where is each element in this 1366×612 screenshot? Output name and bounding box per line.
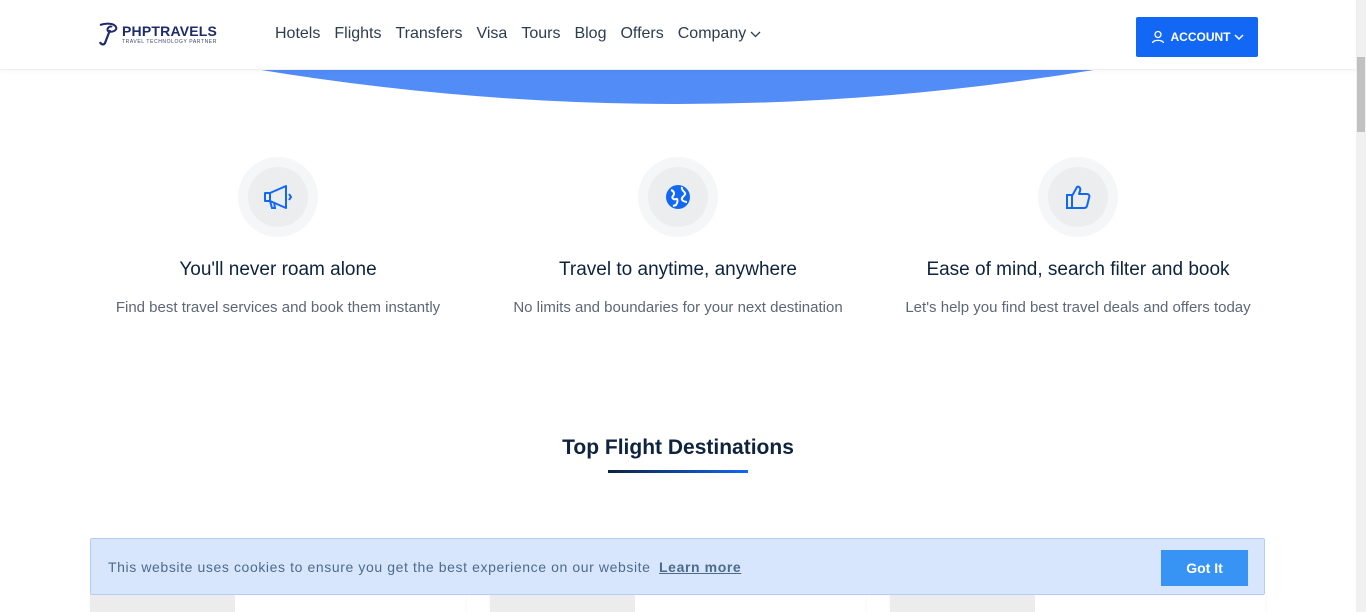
nav-offers-label: Offers <box>620 25 664 42</box>
got-it-button[interactable]: Got It <box>1161 550 1248 586</box>
page-scrollbar[interactable] <box>1356 0 1366 612</box>
destination-card[interactable] <box>90 594 465 612</box>
feature-icon-badge <box>238 157 318 237</box>
nav-hotels-label: Hotels <box>275 25 321 42</box>
cookie-message: This website uses cookies to ensure you … <box>108 559 741 575</box>
logo-name: PHPTRAVELS <box>122 22 218 39</box>
learn-more-link[interactable]: Learn more <box>659 559 741 575</box>
nav-tours-label: Tours <box>521 25 561 42</box>
user-icon <box>1151 30 1164 44</box>
chevron-down-icon <box>1233 33 1244 40</box>
feature-icon-badge <box>638 157 718 237</box>
nav-flights[interactable]: Flights <box>334 25 381 43</box>
nav-blog[interactable]: Blog <box>574 25 606 43</box>
title-underline <box>608 470 748 473</box>
logo[interactable]: PHPTRAVELS TRAVEL TECHNOLOGY PARTNER <box>96 21 217 47</box>
feature-text: Let's help you find best travel deals an… <box>905 299 1251 316</box>
account-button[interactable]: ACCOUNT <box>1136 17 1258 57</box>
cookie-text: This website uses cookies to ensure you … <box>108 559 651 575</box>
destination-card-image <box>890 594 1035 612</box>
nav-company[interactable]: Company <box>678 25 761 43</box>
nav-hotels[interactable]: Hotels <box>275 25 320 43</box>
nav-flights-label: Flights <box>334 25 382 42</box>
feature-item: You'll never roam alone Find best travel… <box>78 157 478 316</box>
main-nav: Hotels Flights Transfers Visa Tours Blog… <box>275 25 775 43</box>
nav-blog-label: Blog <box>574 25 607 42</box>
megaphone-icon <box>264 185 293 209</box>
nav-visa[interactable]: Visa <box>476 25 507 43</box>
destination-card[interactable] <box>890 594 1265 612</box>
nav-tours[interactable]: Tours <box>521 25 560 43</box>
feature-title: You'll never roam alone <box>179 259 377 280</box>
nav-visa-label: Visa <box>476 25 508 42</box>
feature-item: Travel to anytime, anywhere No limits an… <box>478 157 878 316</box>
account-label: ACCOUNT <box>1170 30 1231 44</box>
feature-title: Ease of mind, search filter and book <box>926 259 1230 280</box>
thumbs-up-icon <box>1066 185 1091 209</box>
section-title: Top Flight Destinations <box>562 436 794 459</box>
feature-item: Ease of mind, search filter and book Let… <box>878 157 1278 316</box>
site-header: PHPTRAVELS TRAVEL TECHNOLOGY PARTNER Hot… <box>0 0 1356 70</box>
logo-tagline: TRAVEL TECHNOLOGY PARTNER <box>122 38 217 45</box>
destination-card-image <box>90 594 235 612</box>
feature-title: Travel to anytime, anywhere <box>559 259 797 280</box>
nav-transfers[interactable]: Transfers <box>395 25 462 43</box>
scrollbar-thumb[interactable] <box>1357 57 1365 132</box>
globe-icon <box>666 185 690 209</box>
nav-offers[interactable]: Offers <box>620 25 663 43</box>
destination-card[interactable] <box>490 594 865 612</box>
feature-text: No limits and boundaries for your next d… <box>513 299 843 316</box>
nav-transfers-label: Transfers <box>395 25 463 42</box>
feature-text: Find best travel services and book them … <box>115 299 441 316</box>
cookie-consent-bar: This website uses cookies to ensure you … <box>90 538 1265 595</box>
destination-card-image <box>490 594 635 612</box>
feature-icon-badge <box>1038 157 1118 237</box>
chevron-down-icon <box>750 31 761 37</box>
hero-banner-curve <box>255 69 1100 104</box>
logo-icon <box>98 22 118 46</box>
nav-company-label: Company <box>677 25 747 42</box>
